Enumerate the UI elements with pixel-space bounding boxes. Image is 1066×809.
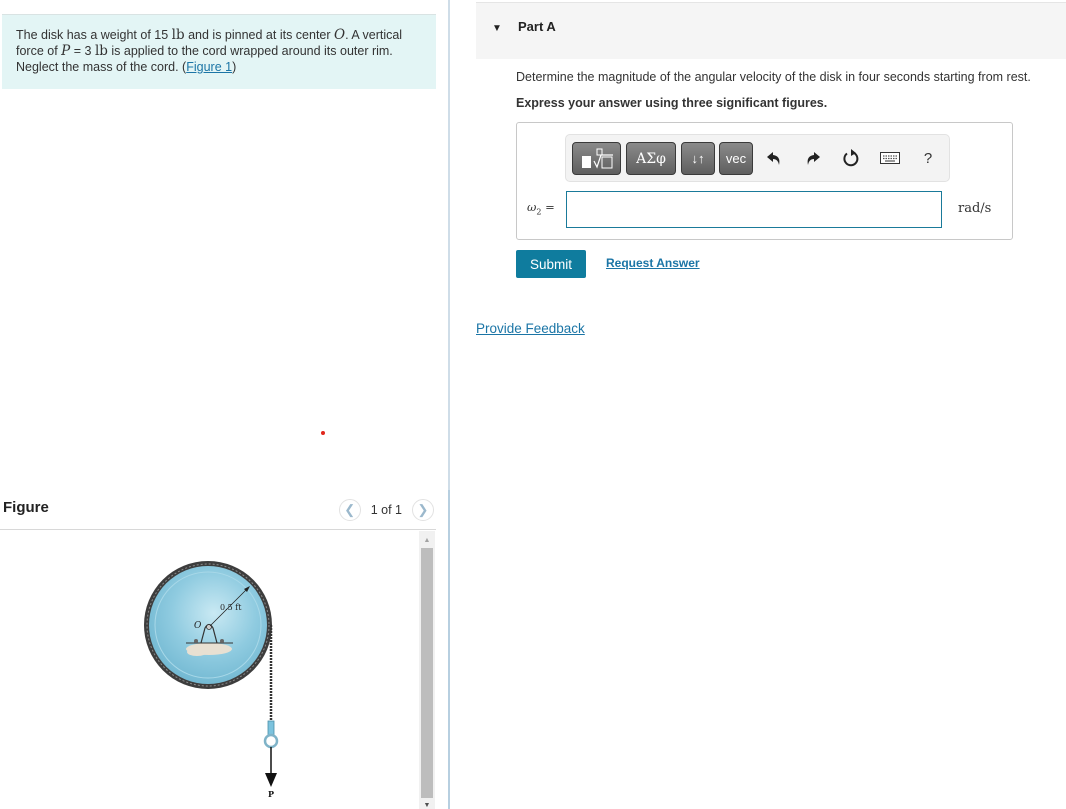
chevron-left-icon: ❮: [344, 502, 356, 517]
bolt: [220, 639, 224, 643]
symbol-p: P: [61, 43, 71, 59]
vec-button[interactable]: vec: [719, 142, 753, 175]
instruction-text: Express your answer using three signific…: [516, 96, 828, 110]
figure-scrollbar[interactable]: ▲ ▼: [419, 531, 435, 809]
figure-area: P 0.5 ft O: [0, 531, 436, 809]
answer-unit: rad/s: [958, 201, 992, 216]
bolt: [194, 639, 198, 643]
ground-base: [187, 648, 207, 656]
answer-input[interactable]: [566, 191, 942, 228]
prev-figure-button[interactable]: ❮: [338, 499, 361, 521]
problem-statement: The disk has a weight of 15 lb and is pi…: [2, 14, 436, 89]
part-title: Part A: [518, 19, 556, 34]
center-label: O: [194, 621, 202, 631]
answer-box: ΑΣφ ↓↑ vec ? ω2 = rad/s: [516, 122, 1013, 240]
undo-button[interactable]: [763, 147, 785, 169]
panel-divider-handle[interactable]: [448, 490, 450, 809]
answer-label: ω2 =: [527, 200, 555, 216]
provide-feedback-link[interactable]: Provide Feedback: [476, 321, 585, 336]
undo-icon: [767, 152, 780, 165]
figure-link[interactable]: Figure 1: [186, 60, 232, 74]
ring: [263, 733, 279, 749]
scrollbar-thumb[interactable]: [421, 548, 433, 798]
force-label: P: [268, 789, 274, 799]
next-figure-button[interactable]: ❯: [412, 499, 434, 521]
redo-button[interactable]: [802, 147, 824, 169]
figure-title: Figure: [3, 499, 49, 516]
reset-icon: [843, 149, 859, 167]
reset-button[interactable]: [840, 147, 862, 169]
keyboard-icon: [880, 152, 900, 164]
pager-text: 1 of 1: [370, 503, 402, 517]
answer-equals: =: [541, 200, 555, 214]
figure-pager: ❮ 1 of 1 ❯: [338, 499, 434, 521]
help-button[interactable]: ?: [917, 147, 939, 169]
unit-lb: lb: [171, 27, 185, 43]
question-text: Determine the magnitude of the angular v…: [516, 70, 1031, 84]
submit-button[interactable]: Submit: [516, 250, 586, 278]
unit-lb: lb: [94, 43, 108, 59]
symbol-o: O: [334, 27, 346, 43]
problem-text: ): [232, 60, 237, 74]
disk-diagram: P 0.5 ft O: [144, 561, 279, 799]
caret-down-icon[interactable]: ▼: [492, 23, 502, 34]
answer-variable: ω: [527, 200, 537, 214]
templates-icon: [581, 148, 613, 169]
keyboard-button[interactable]: [879, 147, 901, 169]
math-toolbar: ΑΣφ ↓↑ vec ?: [565, 134, 950, 182]
red-dot-marker: [321, 431, 325, 435]
left-panel: The disk has a weight of 15 lb and is pi…: [0, 0, 449, 809]
radius-label: 0.5 ft: [220, 603, 242, 612]
chevron-right-icon: ❯: [417, 502, 429, 517]
problem-text: = 3: [70, 44, 95, 58]
scroll-up-arrow-icon[interactable]: ▲: [419, 533, 435, 547]
figure-header: Figure ❮ 1 of 1 ❯: [0, 494, 436, 530]
arrows-button[interactable]: ↓↑: [681, 142, 715, 175]
greek-button[interactable]: ΑΣφ: [626, 142, 676, 175]
request-answer-link[interactable]: Request Answer: [606, 256, 700, 270]
templates-button[interactable]: [572, 142, 621, 175]
redo-icon: [807, 152, 820, 165]
force-arrow-head: [265, 773, 277, 787]
scroll-down-arrow-icon[interactable]: ▼: [419, 798, 435, 809]
cord-clamp: [267, 720, 275, 736]
part-a-header[interactable]: ▼ Part A: [476, 2, 1066, 59]
problem-text: and is pinned at its center: [184, 28, 335, 42]
problem-text: The disk has a weight of 15: [16, 28, 172, 42]
